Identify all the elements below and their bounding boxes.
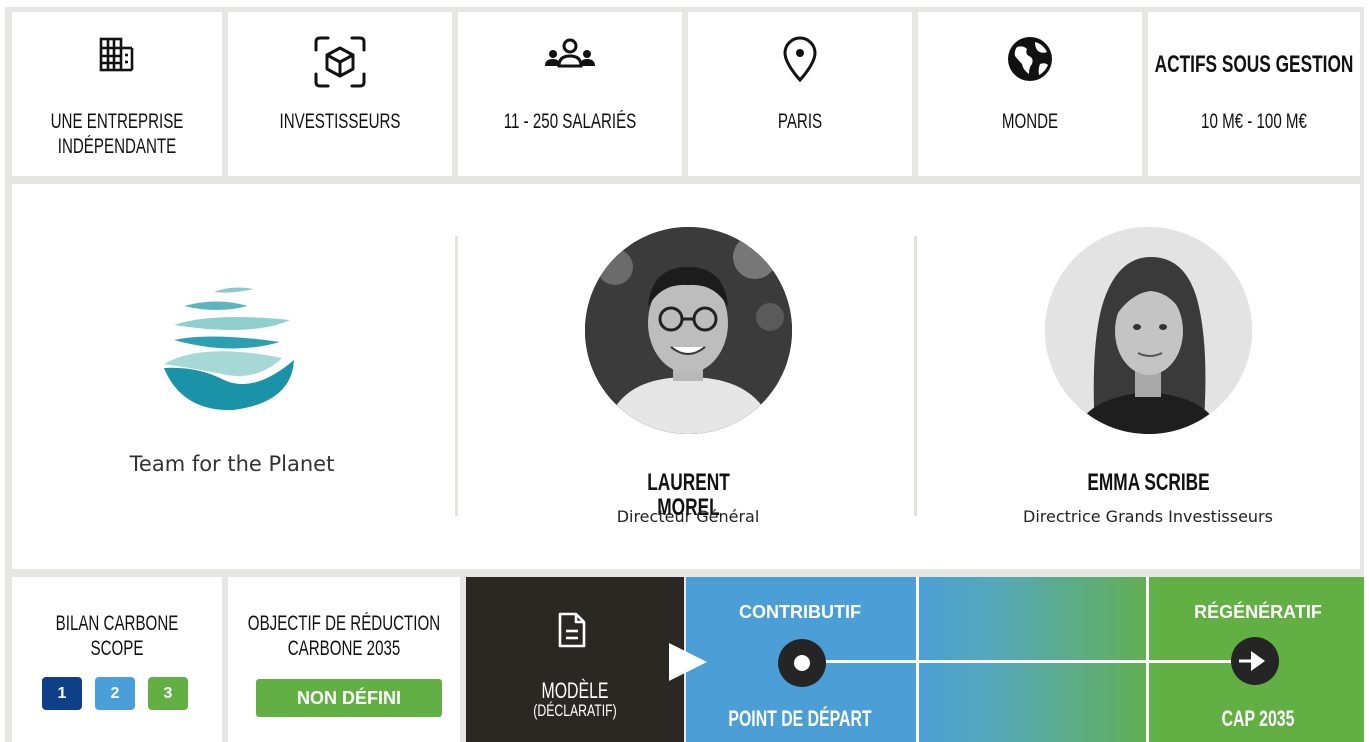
- info-label: INDÉPENDANTE: [57, 135, 177, 158]
- start-point-icon: [778, 639, 826, 687]
- trajectory-end-caption: CAP 2035: [1221, 706, 1295, 731]
- company-name: Team for the Planet: [129, 452, 335, 476]
- info-assets-under-management: ACTIFS SOUS GESTION 10 M€ - 100 M€: [1148, 12, 1360, 176]
- arrow-pointer-icon: [669, 643, 707, 681]
- cube-scan-icon: [228, 34, 452, 88]
- scope-3-badge: 3: [148, 677, 188, 710]
- objective-label: CARBONE 2035: [287, 637, 401, 660]
- team-for-the-planet-logo: [162, 282, 302, 417]
- model-sublabel: (DÉCLARATIF): [533, 701, 617, 720]
- info-scope-world: MONDE: [918, 12, 1142, 176]
- avatar: [585, 227, 792, 434]
- info-location: PARIS: [688, 12, 912, 176]
- trajectory-line: [810, 660, 1258, 663]
- person-role: Directrice Grands Investisseurs: [1023, 507, 1273, 526]
- avatar: [1045, 227, 1252, 434]
- objective-label: OBJECTIF DE RÉDUCTION: [247, 612, 441, 635]
- document-icon: [557, 611, 587, 654]
- objective-status-badge: NON DÉFINI: [256, 679, 442, 717]
- info-employees: 11 - 250 SALARIÉS: [458, 12, 682, 176]
- info-independent-company: UNE ENTREPRISE INDÉPENDANTE: [12, 12, 222, 176]
- trajectory-start-label: CONTRIBUTIF: [739, 602, 861, 622]
- people-group-icon: [458, 34, 682, 82]
- person-role: Directeur Général: [616, 507, 760, 526]
- person-name: EMMA SCRIBE: [1087, 469, 1210, 496]
- model-declarative: MODÈLE (DÉCLARATIF): [466, 577, 684, 742]
- assets-title: ACTIFS SOUS GESTION: [1154, 51, 1354, 78]
- trajectory-start-caption: POINT DE DÉPART: [728, 706, 872, 731]
- building-icon: [12, 34, 222, 82]
- info-investors: INVESTISSEURS: [228, 12, 452, 176]
- info-label: MONDE: [1001, 110, 1059, 133]
- info-label: PARIS: [777, 110, 823, 133]
- scope-2-badge: 2: [95, 677, 135, 710]
- team-section: Team for the Planet LAURENT MOREL Direct…: [12, 184, 1360, 569]
- info-label: INVESTISSEURS: [279, 110, 401, 133]
- location-pin-icon: [688, 34, 912, 83]
- info-label: 11 - 250 SALARIÉS: [503, 110, 637, 133]
- trajectory-end-label: RÉGÉNÉRATIF: [1194, 602, 1322, 622]
- divider: [455, 236, 458, 516]
- scope-1-badge: 1: [42, 677, 82, 710]
- assets-value: 10 M€ - 100 M€: [1201, 110, 1307, 133]
- model-label: MODÈLE: [541, 678, 609, 703]
- divider: [914, 236, 917, 516]
- target-arrow-icon: [1231, 637, 1279, 685]
